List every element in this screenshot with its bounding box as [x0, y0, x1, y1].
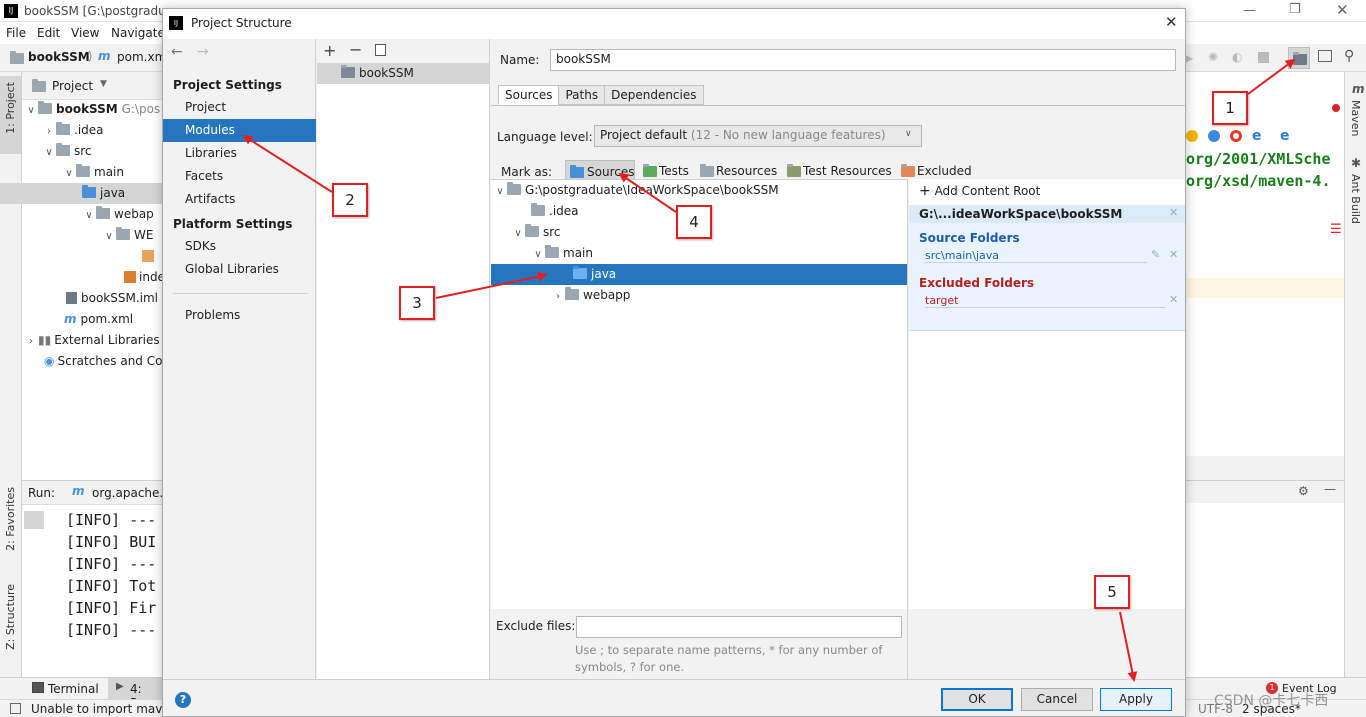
- arrow-5: [1119, 611, 1138, 682]
- callout-3: 3: [399, 286, 435, 320]
- callout-2: 2: [332, 183, 368, 217]
- callout-4: 4: [676, 205, 712, 239]
- callout-1: 1: [1212, 91, 1248, 125]
- arrow-3: [435, 271, 548, 299]
- arrow-4: [618, 172, 677, 213]
- arrow-1: [1247, 58, 1296, 95]
- callout-5: 5: [1094, 575, 1130, 609]
- annotation-arrows: [242, 58, 1296, 682]
- arrow-2: [242, 134, 333, 193]
